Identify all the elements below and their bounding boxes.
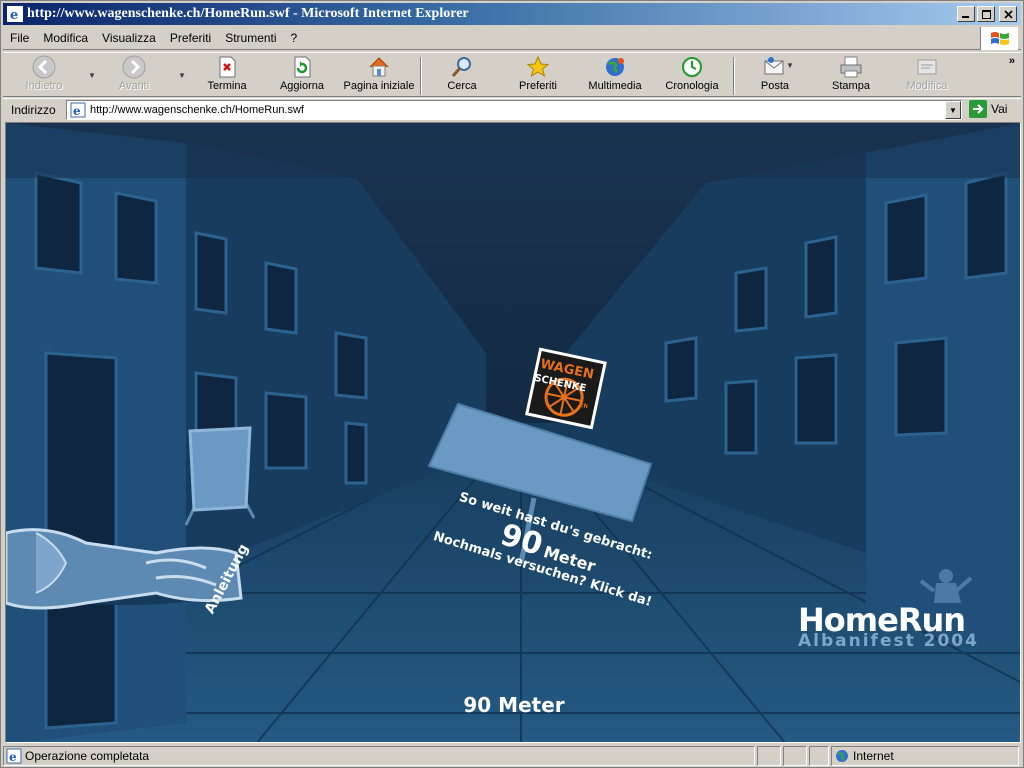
status-bar: e Operazione completata Internet	[3, 745, 1021, 767]
address-dropdown-icon[interactable]: ▼	[945, 101, 961, 119]
status-panel-1	[757, 746, 781, 766]
menu-visualizza[interactable]: Visualizza	[95, 31, 163, 45]
go-button[interactable]: Vai	[969, 100, 1007, 118]
brand-subtitle: Albanifest 2004	[798, 631, 979, 651]
menu-file[interactable]: File	[3, 31, 36, 45]
svg-text:e: e	[9, 750, 17, 764]
print-button[interactable]: Stampa	[823, 55, 879, 97]
close-button[interactable]	[999, 6, 1017, 22]
address-bar: Indirizzo e http://www.wagenschenke.ch/H…	[3, 98, 1021, 120]
flash-game-area[interactable]: WAGEN SCHENKE .ch So weit hast du's gebr…	[5, 122, 1021, 743]
mail-icon	[764, 57, 784, 75]
status-panel-2	[783, 746, 807, 766]
security-zone-panel: Internet	[831, 746, 1019, 766]
minimize-button[interactable]	[957, 6, 975, 22]
edit-page-icon	[917, 59, 937, 75]
address-label: Indirizzo	[11, 102, 56, 117]
back-button[interactable]: Indietro	[13, 55, 75, 97]
refresh-icon	[294, 56, 311, 78]
home-button[interactable]: Pagina iniziale	[341, 55, 417, 97]
toolbar: Indietro ▼ Avanti ▼ Termina Aggiorna Pag…	[3, 52, 1021, 97]
score-display: 90 Meter	[463, 693, 565, 717]
forward-dropdown-icon[interactable]: ▼	[178, 71, 186, 80]
homerun-brand: HomeRun Albanifest 2004	[798, 601, 979, 651]
browser-window: e http://www.wagenschenke.ch/HomeRun.swf…	[0, 0, 1024, 768]
edit-button[interactable]: Modifica	[899, 55, 955, 97]
refresh-button[interactable]: Aggiorna	[273, 55, 331, 97]
mail-dropdown-icon[interactable]: ▼	[786, 61, 794, 70]
internet-globe-icon	[836, 750, 848, 762]
forward-button[interactable]: Avanti	[103, 55, 165, 97]
history-clock-icon	[682, 57, 702, 77]
toolbar-chevron-icon[interactable]: »	[1009, 55, 1015, 67]
stop-button[interactable]: Termina	[199, 55, 255, 97]
printer-icon	[840, 56, 862, 78]
search-button[interactable]: Cerca	[435, 55, 489, 97]
status-text: Operazione completata	[25, 749, 150, 763]
forward-arrow-icon	[122, 55, 146, 79]
address-field[interactable]: e http://www.wagenschenke.ch/HomeRun.swf…	[66, 100, 962, 120]
svg-text:e: e	[10, 8, 18, 22]
maximize-button[interactable]	[977, 6, 995, 22]
home-icon	[369, 57, 389, 77]
address-url[interactable]: http://www.wagenschenke.ch/HomeRun.swf	[90, 104, 304, 116]
windows-logo-icon	[980, 27, 1018, 50]
stop-icon	[219, 56, 236, 78]
search-icon	[451, 57, 471, 77]
menu-help[interactable]: ?	[284, 31, 305, 45]
security-zone-label: Internet	[853, 749, 894, 763]
star-icon	[526, 55, 550, 78]
page-icon: e	[70, 102, 86, 118]
svg-text:e: e	[73, 104, 81, 118]
menu-preferiti[interactable]: Preferiti	[163, 31, 218, 45]
back-arrow-icon	[32, 55, 56, 79]
favorites-button[interactable]: Preferiti	[509, 55, 567, 97]
menu-strumenti[interactable]: Strumenti	[218, 31, 283, 45]
title-bar: e http://www.wagenschenke.ch/HomeRun.swf…	[3, 3, 1021, 25]
media-button[interactable]: Multimedia	[583, 55, 647, 97]
ie-icon: e	[7, 6, 23, 22]
media-globe-icon	[606, 58, 624, 76]
status-text-panel: e Operazione completata	[3, 746, 755, 766]
go-arrow-icon	[969, 100, 987, 118]
status-panel-3	[809, 746, 829, 766]
page-done-icon: e	[6, 748, 22, 764]
menu-bar: File Modifica Visualizza Preferiti Strum…	[3, 27, 1021, 50]
window-title: http://www.wagenschenke.ch/HomeRun.swf -…	[27, 6, 469, 21]
menu-modifica[interactable]: Modifica	[36, 31, 95, 45]
mail-button[interactable]: Posta	[747, 55, 803, 97]
back-dropdown-icon[interactable]: ▼	[88, 71, 96, 80]
history-button[interactable]: Cronologia	[659, 55, 725, 97]
